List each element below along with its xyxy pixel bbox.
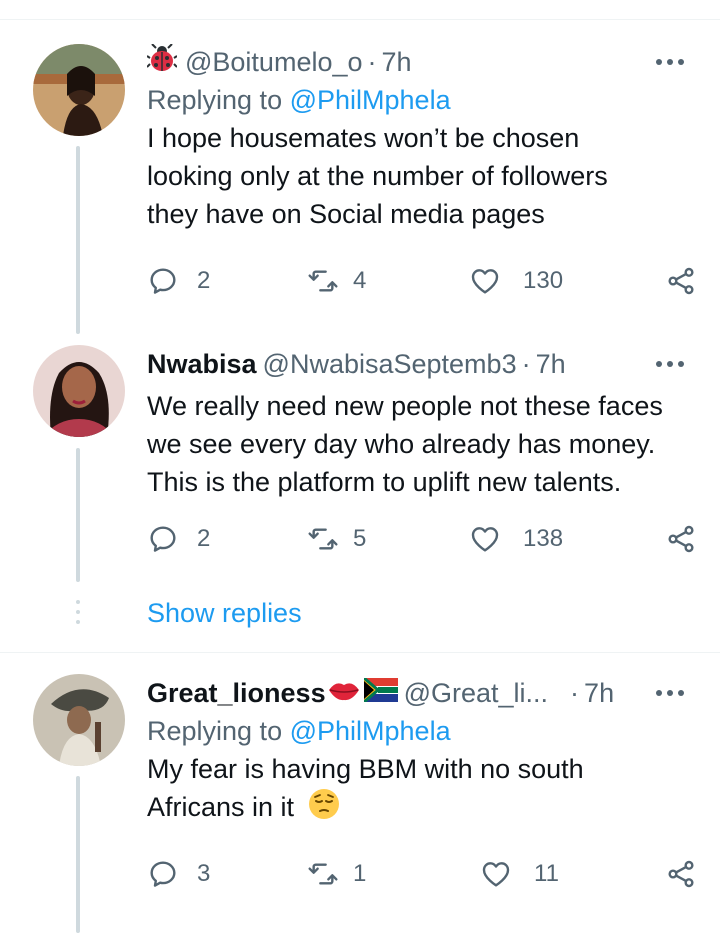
replying-to: Replying to @PhilMphela: [147, 83, 696, 117]
author-handle[interactable]: @Great_li...: [404, 676, 548, 710]
separator-dot: ·: [521, 349, 531, 379]
separator-dot: ·: [367, 47, 377, 77]
retweet-count: 5: [353, 525, 367, 552]
tweet-text: I hope housemates won’t be chosen lookin…: [147, 123, 608, 229]
heart-icon: [482, 862, 510, 887]
separator-dot: ·: [570, 678, 580, 708]
timestamp[interactable]: 7h: [536, 347, 566, 381]
avatar[interactable]: [33, 44, 125, 136]
replying-to-link[interactable]: @PhilMphela: [290, 85, 451, 115]
like-button[interactable]: 11: [480, 858, 559, 890]
replying-to-link[interactable]: @PhilMphela: [290, 716, 451, 746]
heart-icon: [471, 269, 499, 294]
more-icon[interactable]: [656, 361, 684, 367]
reply-icon: [150, 526, 176, 552]
more-icon[interactable]: [656, 690, 684, 696]
thread-line: [76, 146, 80, 334]
like-button[interactable]: 138: [469, 523, 563, 555]
retweet-count: 4: [353, 267, 367, 294]
retweet-count: 1: [353, 860, 367, 887]
reply-icon: [150, 268, 176, 294]
timestamp[interactable]: 7h: [382, 45, 412, 79]
like-button[interactable]: 130: [469, 265, 563, 297]
tweet-header: Nwabisa @NwabisaSeptemb3 · 7h: [147, 347, 696, 381]
like-count: 130: [523, 267, 564, 294]
share-button[interactable]: [665, 265, 697, 297]
reply-button[interactable]: 2: [147, 265, 210, 297]
reply-button[interactable]: 2: [147, 523, 210, 555]
pensive-face-icon: [308, 788, 340, 830]
tweet-header: Great_lioness @Great_li... · 7h: [147, 676, 696, 710]
reply-count: 3: [197, 860, 211, 887]
retweet-icon: [308, 270, 338, 292]
tweet-text: We really need new people not these face…: [147, 391, 663, 497]
author-handle[interactable]: @Boitumelo_o: [185, 45, 363, 79]
top-divider: [0, 19, 720, 20]
author-name[interactable]: Nwabisa: [147, 347, 257, 381]
south-africa-flag-icon: [362, 676, 398, 710]
retweet-icon: [308, 528, 338, 550]
retweet-button[interactable]: 4: [307, 265, 366, 297]
retweet-button[interactable]: 1: [307, 858, 366, 890]
reply-button[interactable]: 3: [147, 858, 210, 890]
tweet-actions: 2 5 138: [147, 523, 697, 563]
replying-prefix: Replying to: [147, 85, 290, 115]
share-icon: [668, 267, 694, 295]
share-button[interactable]: [665, 523, 697, 555]
reply-count: 2: [197, 267, 211, 294]
tweet-header: @Boitumelo_o · 7h: [146, 43, 696, 80]
avatar[interactable]: [33, 345, 125, 437]
tweet-actions: 3 1 11: [147, 858, 697, 898]
heart-icon: [471, 527, 499, 552]
retweet-button[interactable]: 5: [307, 523, 366, 555]
reply-icon: [150, 861, 176, 887]
like-count: 11: [534, 860, 559, 887]
replying-prefix: Replying to: [147, 716, 290, 746]
thread-divider: [0, 652, 720, 653]
tweet-text: My fear is having BBM with no south Afri…: [147, 754, 584, 823]
kiss-lips-icon: [328, 676, 360, 710]
replying-to: Replying to @PhilMphela: [147, 714, 696, 748]
tweet-text-wrap: My fear is having BBM with no south Afri…: [147, 750, 617, 830]
thread-line: [76, 776, 80, 933]
timestamp[interactable]: 7h: [584, 676, 614, 710]
reply-count: 2: [197, 525, 211, 552]
author-name[interactable]: Great_lioness: [147, 676, 326, 710]
thread-continuation-dots: [75, 600, 81, 630]
retweet-icon: [308, 863, 338, 885]
author-handle[interactable]: @NwabisaSeptemb3: [263, 347, 517, 381]
show-replies-link[interactable]: Show replies: [147, 598, 302, 629]
ladybug-icon: [146, 43, 178, 80]
tweet-actions: 2 4 130: [147, 265, 697, 305]
more-icon[interactable]: [656, 59, 684, 65]
share-button[interactable]: [665, 858, 697, 890]
thread-line: [76, 448, 80, 582]
like-count: 138: [523, 525, 564, 552]
share-icon: [668, 860, 694, 888]
share-icon: [668, 525, 694, 553]
avatar[interactable]: [33, 674, 125, 766]
